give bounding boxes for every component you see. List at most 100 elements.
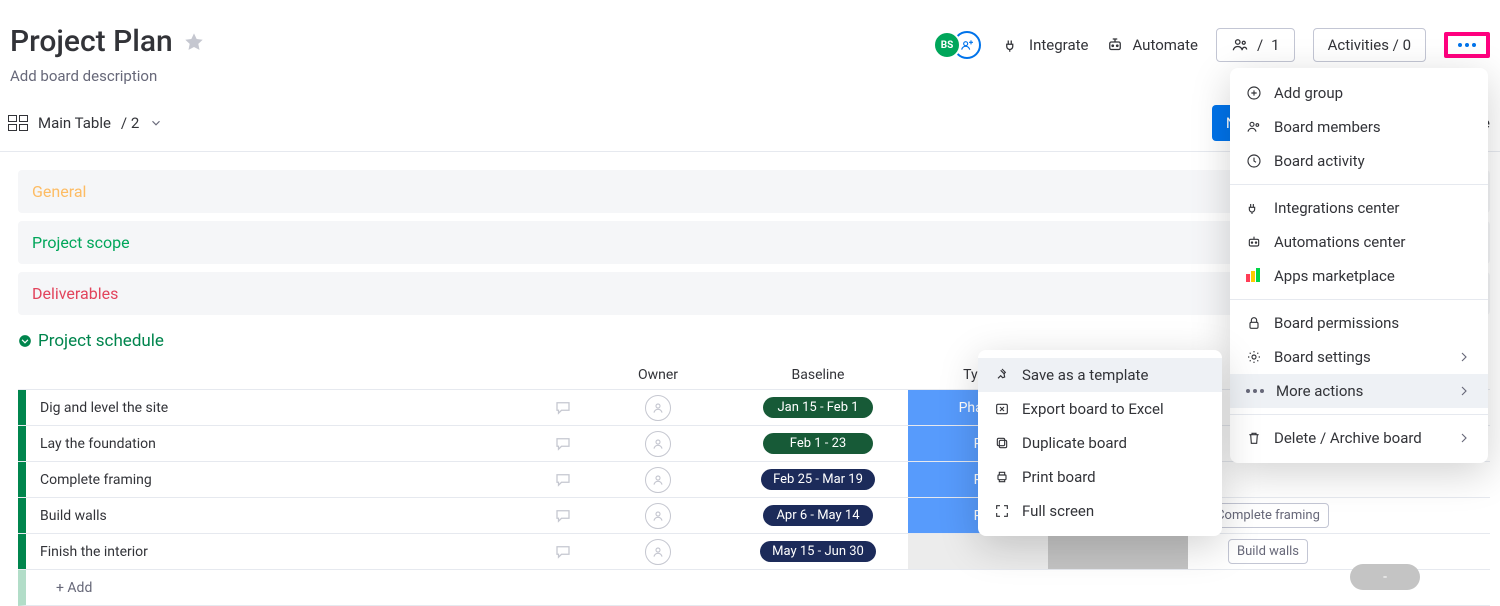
page-title[interactable]: Project Plan <box>10 24 173 59</box>
owner-cell[interactable] <box>588 539 728 565</box>
baseline-cell[interactable]: Jan 15 - Feb 1 <box>728 397 908 418</box>
chevron-right-icon <box>1456 430 1472 446</box>
integrate-button[interactable]: Integrate <box>1003 36 1088 54</box>
submenu-export-excel[interactable]: Export board to Excel <box>978 392 1222 426</box>
dependency-chip: Build walls <box>1228 539 1308 564</box>
menu-settings[interactable]: Board settings <box>1230 340 1488 374</box>
chevron-right-icon <box>1456 349 1472 365</box>
baseline-pill: May 15 - Jun 30 <box>760 541 876 562</box>
owner-cell[interactable] <box>588 431 728 457</box>
more-options-button[interactable] <box>1444 32 1490 58</box>
members-count: 1 <box>1271 36 1279 54</box>
gear-icon <box>1246 349 1262 365</box>
menu-permissions[interactable]: Board permissions <box>1230 306 1488 340</box>
baseline-cell[interactable]: May 15 - Jun 30 <box>728 541 908 562</box>
star-icon[interactable] <box>183 31 205 53</box>
automate-button[interactable]: Automate <box>1106 36 1197 54</box>
dependency-cell[interactable]: Build walls <box>1188 539 1348 564</box>
baseline-cell[interactable]: Feb 25 - Mar 19 <box>728 469 908 490</box>
lock-icon <box>1246 315 1262 331</box>
item-text[interactable]: Finish the interior <box>26 544 554 560</box>
owner-avatar <box>645 395 671 421</box>
duplicate-icon <box>994 435 1010 451</box>
plug-icon <box>1246 200 1262 216</box>
plug-icon <box>1003 36 1021 54</box>
baseline-pill: Apr 6 - May 14 <box>763 505 873 526</box>
add-item-row[interactable]: + Add <box>18 570 1490 606</box>
integrate-label: Integrate <box>1029 36 1088 54</box>
baseline-pill: Feb 1 - 23 <box>763 433 873 454</box>
chat-icon[interactable] <box>554 471 572 489</box>
members-button[interactable]: / 1 <box>1216 28 1295 62</box>
activities-label: Activities / 0 <box>1328 36 1411 54</box>
table-row[interactable]: Complete framing Feb 25 - Mar 19 P <box>18 462 1490 498</box>
submenu-duplicate[interactable]: Duplicate board <box>978 426 1222 460</box>
chat-icon[interactable] <box>554 543 572 561</box>
chat-icon[interactable] <box>554 435 572 453</box>
submenu-save-template[interactable]: Save as a template <box>978 358 1222 392</box>
chat-icon[interactable] <box>554 507 572 525</box>
bottom-blob: - <box>1350 564 1420 590</box>
table-row[interactable]: Build walls Apr 6 - May 14 P Complete fr… <box>18 498 1490 534</box>
fullscreen-icon <box>994 503 1010 519</box>
owner-cell[interactable] <box>588 467 728 493</box>
column-owner[interactable]: Owner <box>588 367 728 383</box>
item-text[interactable]: Build walls <box>26 508 554 524</box>
owner-avatar <box>645 539 671 565</box>
more-icon <box>1246 389 1264 393</box>
robot-icon <box>1246 234 1262 250</box>
view-name: Main Table <box>38 114 111 132</box>
automate-label: Automate <box>1132 36 1197 54</box>
owner-cell[interactable] <box>588 395 728 421</box>
submenu-fullscreen[interactable]: Full screen <box>978 494 1222 528</box>
avatar: BS <box>933 31 961 59</box>
view-count: / 2 <box>121 114 139 132</box>
item-text[interactable]: Lay the foundation <box>26 436 554 452</box>
item-text[interactable]: Complete framing <box>26 472 554 488</box>
trash-icon <box>1246 430 1262 446</box>
collapse-icon <box>18 334 32 348</box>
baseline-pill: Jan 15 - Feb 1 <box>763 397 873 418</box>
chevron-right-icon <box>1456 383 1472 399</box>
type-cell[interactable] <box>908 534 1048 569</box>
activities-button[interactable]: Activities / 0 <box>1313 28 1426 62</box>
group-schedule-title: Project schedule <box>38 331 164 351</box>
owner-avatar <box>645 431 671 457</box>
column-baseline[interactable]: Baseline <box>728 367 908 383</box>
avatar-cluster[interactable]: BS <box>933 31 981 59</box>
marketplace-icon <box>1246 268 1262 284</box>
board-description[interactable]: Add board description <box>10 67 933 85</box>
plus-circle-icon <box>1246 85 1262 101</box>
priority-cell[interactable] <box>1048 534 1188 569</box>
dependency-chip: Complete framing <box>1207 503 1329 528</box>
table-row[interactable]: Finish the interior May 15 - Jun 30 Buil… <box>18 534 1490 570</box>
menu-add-group[interactable]: Add group <box>1230 76 1488 110</box>
baseline-pill: Feb 25 - Mar 19 <box>761 469 875 490</box>
pin-icon <box>994 367 1010 383</box>
owner-avatar <box>645 467 671 493</box>
item-text[interactable]: Dig and level the site <box>26 400 554 416</box>
view-switcher[interactable]: Main Table / 2 <box>8 114 163 132</box>
owner-cell[interactable] <box>588 503 728 529</box>
menu-automations[interactable]: Automations center <box>1230 225 1488 259</box>
people-icon <box>1246 119 1262 135</box>
clock-icon <box>1246 153 1262 169</box>
menu-more-actions[interactable]: More actions <box>1230 374 1488 408</box>
baseline-cell[interactable]: Feb 1 - 23 <box>728 433 908 454</box>
menu-marketplace[interactable]: Apps marketplace <box>1230 259 1488 293</box>
excel-icon <box>994 401 1010 417</box>
more-actions-submenu: Save as a template Export board to Excel… <box>978 350 1222 536</box>
menu-delete-archive[interactable]: Delete / Archive board <box>1230 421 1488 455</box>
robot-icon <box>1106 36 1124 54</box>
print-icon <box>994 469 1010 485</box>
more-icon <box>1458 43 1476 47</box>
board-menu: Add group Board members Board activity I… <box>1230 68 1488 463</box>
menu-board-members[interactable]: Board members <box>1230 110 1488 144</box>
submenu-print[interactable]: Print board <box>978 460 1222 494</box>
table-icon <box>8 115 28 131</box>
menu-board-activity[interactable]: Board activity <box>1230 144 1488 178</box>
people-icon <box>1231 36 1249 54</box>
baseline-cell[interactable]: Apr 6 - May 14 <box>728 505 908 526</box>
chat-icon[interactable] <box>554 399 572 417</box>
menu-integrations[interactable]: Integrations center <box>1230 191 1488 225</box>
